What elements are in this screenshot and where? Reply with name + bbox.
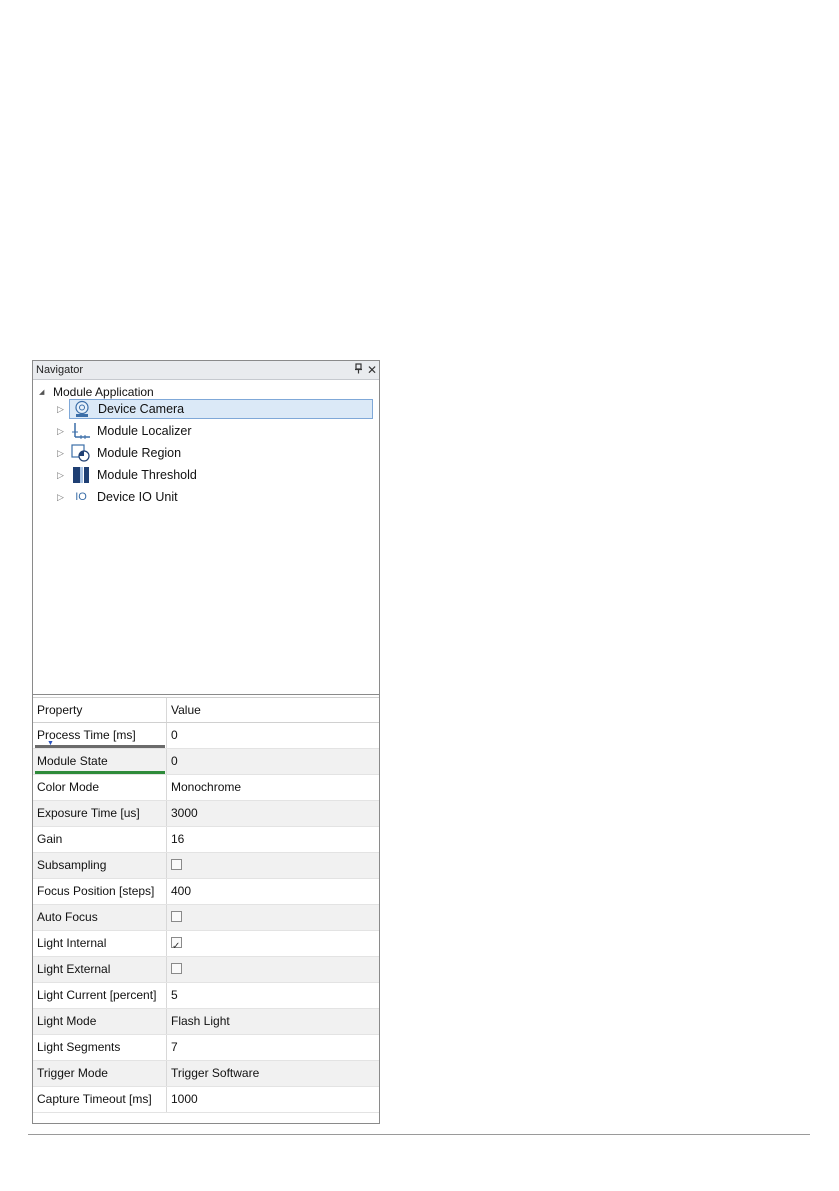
region-icon <box>71 444 91 462</box>
property-value[interactable]: Trigger Software <box>167 1061 379 1086</box>
property-value[interactable]: 5 <box>167 983 379 1008</box>
table-row[interactable]: Gain 16 <box>33 827 379 853</box>
navigator-title: Navigator <box>36 364 84 376</box>
property-grid: Property Value Process Time [ms] 0 ▼ Mod… <box>33 697 379 1113</box>
close-icon[interactable]: ✕ <box>367 362 377 378</box>
property-value[interactable]: 3000 <box>167 801 379 826</box>
threshold-icon <box>71 466 91 484</box>
tree-item-module-threshold[interactable]: ▷ Module Threshold <box>57 464 201 486</box>
property-grid-header: Property Value <box>33 697 379 723</box>
header-value[interactable]: Value <box>167 698 379 722</box>
navigator-panel: Navigator ✕ ◢ Module Application ▷ Devic… <box>32 360 380 1124</box>
tree-item-label: Module Localizer <box>97 424 192 438</box>
header-property[interactable]: Property <box>33 698 167 722</box>
light-internal-checkbox[interactable] <box>171 934 182 959</box>
io-icon: IO <box>75 491 87 503</box>
marker-icon: ▼ <box>47 740 54 747</box>
navigator-tree: ◢ Module Application ▷ Device Camera ▷ M… <box>33 380 379 695</box>
light-external-checkbox[interactable] <box>171 963 182 975</box>
property-value[interactable]: Monochrome <box>167 775 379 800</box>
expand-right-icon[interactable]: ▷ <box>57 426 69 437</box>
table-row[interactable]: Light Internal <box>33 931 379 959</box>
tree-root-label: Module Application <box>53 385 154 399</box>
navigator-titlebar: Navigator ✕ <box>33 361 379 380</box>
localizer-icon <box>71 422 91 440</box>
table-row[interactable]: Auto Focus <box>33 905 379 931</box>
property-value[interactable]: 0 <box>167 749 379 774</box>
expand-right-icon[interactable]: ▷ <box>57 404 69 415</box>
table-row[interactable]: Exposure Time [us] 3000 <box>33 801 379 827</box>
property-name: Light Segments <box>33 1035 167 1060</box>
table-row[interactable]: Trigger Mode Trigger Software <box>33 1061 379 1087</box>
tree-item-module-region[interactable]: ▷ Module Region <box>57 442 185 464</box>
property-name: Color Mode <box>33 775 167 800</box>
module-state-bar <box>35 771 165 774</box>
property-name: Light Mode <box>33 1009 167 1034</box>
expand-right-icon[interactable]: ▷ <box>57 470 69 481</box>
table-row[interactable]: Color Mode Monochrome <box>33 775 379 801</box>
subsampling-checkbox[interactable] <box>171 859 182 871</box>
table-row[interactable]: Light Segments 7 <box>33 1035 379 1061</box>
auto-focus-checkbox[interactable] <box>171 911 182 923</box>
property-value[interactable]: 7 <box>167 1035 379 1060</box>
expand-right-icon[interactable]: ▷ <box>57 448 69 459</box>
table-row[interactable]: Light External <box>33 957 379 983</box>
property-value[interactable]: 400 <box>167 879 379 904</box>
property-name: Light External <box>33 957 167 982</box>
property-name: Trigger Mode <box>33 1061 167 1086</box>
property-value[interactable]: Flash Light <box>167 1009 379 1034</box>
camera-icon <box>72 400 92 418</box>
tree-item-module-localizer[interactable]: ▷ Module Localizer <box>57 420 196 442</box>
table-row[interactable]: Capture Timeout [ms] 1000 <box>33 1087 379 1113</box>
tree-item-label: Module Threshold <box>97 468 197 482</box>
property-name: Capture Timeout [ms] <box>33 1087 167 1112</box>
table-row[interactable]: Subsampling <box>33 853 379 879</box>
property-name: Subsampling <box>33 853 167 878</box>
tree-item-device-io-unit[interactable]: ▷ IO Device IO Unit <box>57 486 182 508</box>
page-divider <box>28 1134 810 1135</box>
property-name: Exposure Time [us] <box>33 801 167 826</box>
pin-icon[interactable] <box>354 362 363 378</box>
tree-item-device-camera[interactable]: ▷ Device Camera <box>57 398 373 420</box>
property-value[interactable]: 16 <box>167 827 379 852</box>
expand-right-icon[interactable]: ▷ <box>57 492 69 503</box>
expand-down-icon[interactable]: ◢ <box>39 388 53 396</box>
property-name: Gain <box>33 827 167 852</box>
property-name: Light Internal <box>33 931 167 956</box>
process-time-bar <box>35 745 165 748</box>
tree-item-label: Module Region <box>97 446 182 460</box>
table-row[interactable]: Light Current [percent] 5 <box>33 983 379 1009</box>
table-row[interactable]: Module State 0 <box>33 749 379 775</box>
table-row[interactable]: Process Time [ms] 0 ▼ <box>33 723 379 749</box>
property-name: Focus Position [steps] <box>33 879 167 904</box>
property-name: Light Current [percent] <box>33 983 167 1008</box>
property-value[interactable]: 0 <box>167 723 379 748</box>
property-name: Auto Focus <box>33 905 167 930</box>
table-row[interactable]: Focus Position [steps] 400 <box>33 879 379 905</box>
table-row[interactable]: Light Mode Flash Light <box>33 1009 379 1035</box>
property-value[interactable]: 1000 <box>167 1087 379 1112</box>
tree-item-label: Device IO Unit <box>97 490 178 504</box>
tree-item-label: Device Camera <box>98 402 185 416</box>
